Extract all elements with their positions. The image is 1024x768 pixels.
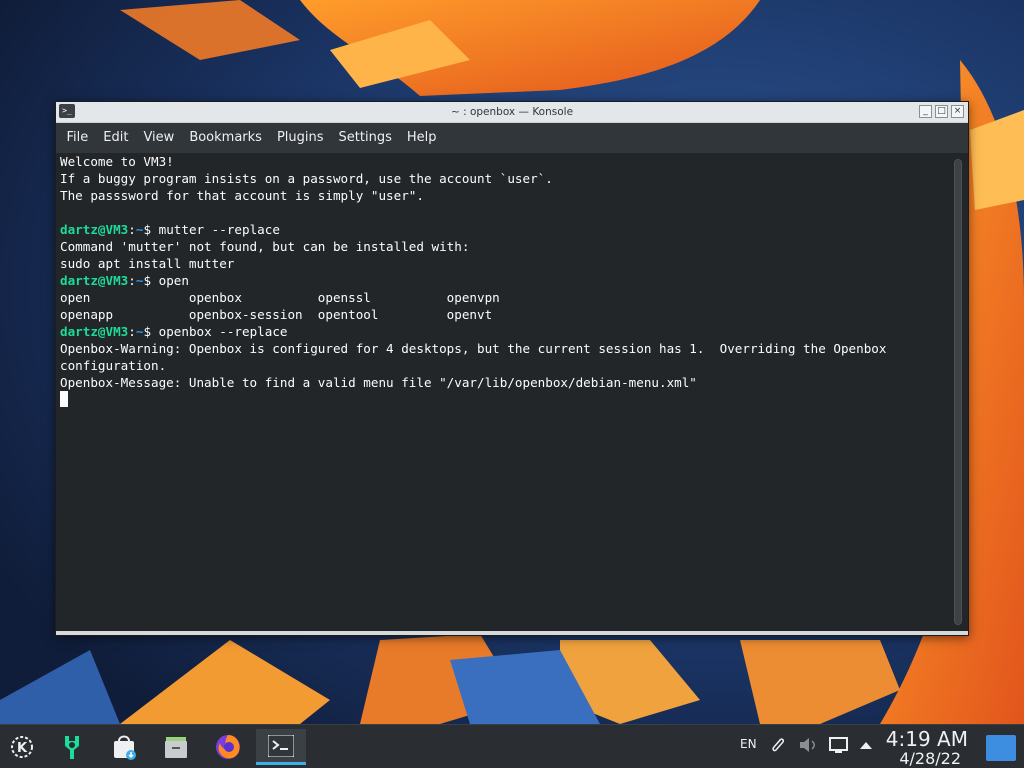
svg-text:K: K bbox=[17, 741, 28, 756]
volume-muted-icon[interactable] bbox=[798, 736, 818, 757]
kde-launcher-icon[interactable]: K bbox=[4, 729, 40, 765]
title-bar[interactable]: >_ ~ : openbox — Konsole _ □ × bbox=[56, 102, 968, 123]
prompt-user: dartz@VM3 bbox=[60, 222, 129, 237]
discover-icon[interactable] bbox=[54, 729, 90, 765]
output-text: Openbox-Message: Unable to find a valid … bbox=[60, 375, 697, 390]
konsole-icon[interactable] bbox=[256, 729, 306, 765]
menu-bookmarks[interactable]: Bookmarks bbox=[182, 123, 270, 153]
close-button[interactable]: × bbox=[951, 105, 964, 118]
prompt-separator: : bbox=[128, 273, 136, 288]
terminal-line: Openbox-Message: Unable to find a valid … bbox=[60, 374, 946, 391]
terminal-scrollbar[interactable] bbox=[954, 159, 962, 625]
show-desktop-button[interactable] bbox=[986, 735, 1016, 761]
text-cursor bbox=[60, 391, 68, 407]
menu-settings[interactable]: Settings bbox=[331, 123, 399, 153]
store-bag-icon[interactable] bbox=[106, 729, 142, 765]
menu-edit[interactable]: Edit bbox=[96, 123, 136, 153]
prompt-separator: : bbox=[128, 324, 136, 339]
output-text: openapp openbox-session opentool openvt bbox=[60, 307, 493, 322]
terminal-line: If a buggy program insists on a password… bbox=[60, 170, 946, 187]
terminal-line: sudo apt install mutter bbox=[60, 255, 946, 272]
konsole-window: >_ ~ : openbox — Konsole _ □ × File Edit… bbox=[55, 101, 969, 636]
maximize-button[interactable]: □ bbox=[935, 105, 948, 118]
clipboard-icon[interactable] bbox=[770, 735, 786, 758]
output-text: configuration. bbox=[60, 358, 167, 373]
terminal-line: openapp openbox-session opentool openvt bbox=[60, 306, 946, 323]
output-text: The passsword for that account is simply… bbox=[60, 188, 424, 203]
terminal-line: The passsword for that account is simply… bbox=[60, 187, 946, 204]
menu-bar: File Edit View Bookmarks Plugins Setting… bbox=[56, 123, 968, 153]
command-text: mutter --replace bbox=[158, 222, 280, 237]
output-text: sudo apt install mutter bbox=[60, 256, 235, 271]
prompt-symbol: $ bbox=[143, 324, 159, 339]
terminal-line: Command 'mutter' not found, but can be i… bbox=[60, 238, 946, 255]
menu-view[interactable]: View bbox=[136, 123, 182, 153]
prompt-symbol: $ bbox=[143, 222, 159, 237]
terminal-cursor-line bbox=[60, 391, 946, 408]
command-text: openbox --replace bbox=[158, 324, 288, 339]
clock-time[interactable]: 4:19 AM bbox=[886, 727, 968, 751]
terminal-line: Welcome to VM3! bbox=[60, 153, 946, 170]
prompt-symbol: $ bbox=[143, 273, 159, 288]
prompt-user: dartz@VM3 bbox=[60, 273, 129, 288]
command-text: open bbox=[158, 273, 189, 288]
terminal-line: open openbox openssl openvpn bbox=[60, 289, 946, 306]
output-text: If a buggy program insists on a password… bbox=[60, 171, 553, 186]
terminal-line: configuration. bbox=[60, 357, 946, 374]
menu-plugins[interactable]: Plugins bbox=[269, 123, 331, 153]
terminal-line: dartz@VM3:~$ mutter --replace bbox=[60, 221, 946, 238]
clock-date[interactable]: 4/28/22 bbox=[899, 749, 961, 768]
output-text: Command 'mutter' not found, but can be i… bbox=[60, 239, 470, 254]
terminal-line: Openbox-Warning: Openbox is configured f… bbox=[60, 340, 946, 357]
menu-help[interactable]: Help bbox=[399, 123, 444, 153]
output-text: open openbox openssl openvpn bbox=[60, 290, 500, 305]
taskbar-panel: K EN 4:19 AM 4/28/22 bbox=[0, 724, 1024, 768]
terminal-output[interactable]: Welcome to VM3! If a buggy program insist… bbox=[56, 153, 946, 631]
window-bottom-border[interactable] bbox=[56, 631, 968, 635]
minimize-button[interactable]: _ bbox=[919, 105, 932, 118]
scrollbar-thumb[interactable] bbox=[955, 160, 961, 624]
window-title: ~ : openbox — Konsole bbox=[450, 106, 574, 118]
prompt-user: dartz@VM3 bbox=[60, 324, 129, 339]
menu-file[interactable]: File bbox=[59, 123, 96, 153]
keyboard-layout-indicator[interactable]: EN bbox=[740, 737, 757, 751]
tray-expand-arrow-icon[interactable] bbox=[859, 739, 873, 753]
konsole-app-icon[interactable]: >_ bbox=[59, 104, 75, 118]
display-monitor-icon[interactable] bbox=[829, 737, 849, 758]
firefox-icon[interactable] bbox=[210, 729, 246, 765]
output-text: Welcome to VM3! bbox=[60, 154, 174, 169]
prompt-separator: : bbox=[128, 222, 136, 237]
file-manager-icon[interactable] bbox=[158, 729, 194, 765]
terminal-line: dartz@VM3:~$ openbox --replace bbox=[60, 323, 946, 340]
terminal-line: dartz@VM3:~$ open bbox=[60, 272, 946, 289]
output-text: Openbox-Warning: Openbox is configured f… bbox=[60, 341, 887, 356]
